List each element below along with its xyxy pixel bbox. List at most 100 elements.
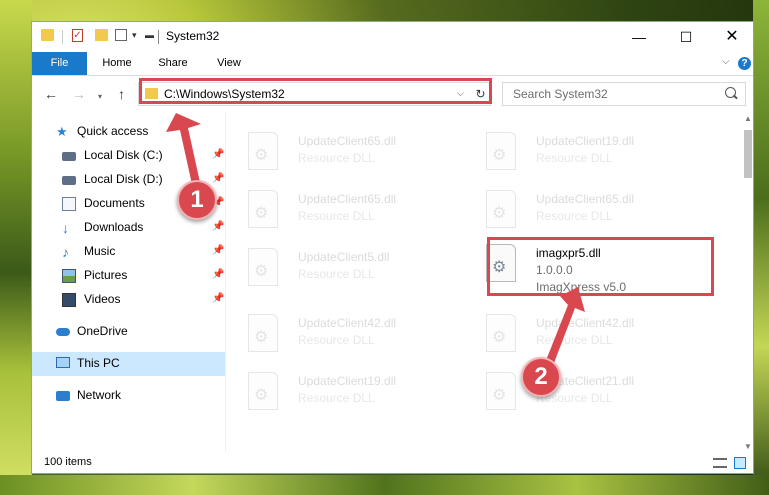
sidebar-item-label: Music <box>84 244 116 258</box>
large-icons-view-icon[interactable] <box>734 457 746 469</box>
folder-icon <box>41 29 54 41</box>
sidebar-item-label: Local Disk (D:) <box>84 172 163 186</box>
back-button[interactable]: ← <box>44 87 58 101</box>
tab-share[interactable]: Share <box>148 52 198 75</box>
dll-file-icon <box>248 190 278 228</box>
pictures-icon <box>62 269 76 283</box>
star-icon: ★ <box>56 124 68 139</box>
sidebar-item-this-pc[interactable]: This PC <box>32 352 225 376</box>
file-name: UpdateClient19.dll <box>298 374 397 388</box>
new-folder-icon[interactable] <box>95 29 108 41</box>
sidebar-item-label: Network <box>77 388 122 402</box>
cloud-icon <box>56 328 70 336</box>
disk-icon <box>62 152 76 161</box>
file-item[interactable]: UpdateClient19.dll Resource DLL <box>226 366 456 412</box>
file-item[interactable]: UpdateClient65.dll Resource DLL <box>226 184 456 230</box>
sidebar-item-network[interactable]: Network <box>32 384 225 408</box>
sidebar-item-quick-access[interactable]: ★ Quick access <box>32 120 225 144</box>
file-item[interactable]: UpdateClient5.dll Resource DLL <box>226 242 456 288</box>
details-view-icon[interactable] <box>713 458 727 468</box>
close-button[interactable]: ✕ <box>709 22 753 52</box>
pin-icon[interactable]: 📌 <box>212 149 224 160</box>
dll-file-icon <box>248 248 278 286</box>
file-item[interactable]: UpdateClient19.dll Resource DLL <box>464 126 694 172</box>
expand-ribbon-icon[interactable]: ⌵ <box>722 56 730 67</box>
sidebar-item-label: Downloads <box>84 220 144 234</box>
navigation-pane: ★ Quick access Local Disk (C:) 📌 Local D… <box>32 112 225 452</box>
item-count: 100 items <box>44 456 92 468</box>
sidebar-item-local-disk-c[interactable]: Local Disk (C:) 📌 <box>32 144 225 168</box>
sidebar-item-onedrive[interactable]: OneDrive <box>32 320 225 344</box>
file-name: UpdateClient19.dll <box>536 134 635 148</box>
dll-file-icon <box>486 132 516 170</box>
desktop-background-left <box>0 0 32 495</box>
file-name: UpdateClient65.dll <box>536 192 635 206</box>
sidebar-item-label: This PC <box>77 356 120 370</box>
file-description: Resource DLL <box>298 209 375 223</box>
desktop-background-right <box>753 0 769 495</box>
file-item[interactable]: UpdateClient21.dll Resource DLL <box>464 366 694 412</box>
dll-file-icon <box>248 372 278 410</box>
pc-icon <box>56 357 70 368</box>
file-description: Resource DLL <box>536 151 613 165</box>
file-name: UpdateClient65.dll <box>298 192 397 206</box>
up-button[interactable]: ↑ <box>118 87 125 101</box>
pin-icon[interactable]: 📌 <box>212 173 224 184</box>
network-icon <box>56 391 70 401</box>
pin-icon[interactable]: 📌 <box>212 245 224 256</box>
scroll-thumb[interactable] <box>744 130 752 178</box>
file-description: Resource DLL <box>536 209 613 223</box>
pin-icon[interactable]: 📌 <box>212 269 224 280</box>
file-item[interactable]: UpdateClient65.dll Resource DLL <box>226 126 456 172</box>
sidebar-item-videos[interactable]: Videos 📌 <box>32 288 225 312</box>
step-badge-1: 1 <box>177 180 217 220</box>
sidebar-item-label: Local Disk (C:) <box>84 148 163 162</box>
sidebar-item-music[interactable]: ♪ Music 📌 <box>32 240 225 264</box>
title-bar: ✓ ▾ ▬ System32 — ☐ ✕ <box>32 22 753 52</box>
search-icon[interactable] <box>725 87 736 98</box>
file-description: Resource DLL <box>298 333 375 347</box>
file-name: UpdateClient42.dll <box>536 316 635 330</box>
file-description: Resource DLL <box>298 391 375 405</box>
tab-view[interactable]: View <box>204 52 254 75</box>
ribbon-tabs: File Home Share View ⌵ ? <box>32 52 753 76</box>
pin-icon[interactable]: 📌 <box>212 221 224 232</box>
minimize-button[interactable]: — <box>616 22 662 52</box>
dll-file-icon <box>486 372 516 410</box>
pin-icon[interactable]: 📌 <box>212 293 224 304</box>
file-item[interactable]: UpdateClient42.dll Resource DLL <box>464 308 694 354</box>
dll-file-icon <box>248 132 278 170</box>
file-description: Resource DLL <box>298 151 375 165</box>
forward-button[interactable]: → <box>72 87 86 101</box>
sidebar-item-label: Quick access <box>77 124 149 138</box>
file-description: Resource DLL <box>536 333 613 347</box>
tab-file[interactable]: File <box>32 52 87 75</box>
status-bar: 100 items <box>32 452 753 473</box>
step-badge-2: 2 <box>521 357 561 397</box>
download-icon: ↓ <box>62 220 69 236</box>
file-name: UpdateClient42.dll <box>298 316 397 330</box>
file-item[interactable]: UpdateClient42.dll Resource DLL <box>226 308 456 354</box>
disk-icon <box>62 176 76 185</box>
documents-icon <box>62 197 76 211</box>
videos-icon <box>62 293 76 307</box>
scroll-down-icon[interactable]: ▼ <box>744 442 752 451</box>
scroll-up-icon[interactable]: ▲ <box>744 114 752 123</box>
tab-home[interactable]: Home <box>90 52 144 75</box>
quick-access-dropdown-icon[interactable]: ▬ <box>145 30 154 40</box>
sidebar-item-pictures[interactable]: Pictures 📌 <box>32 264 225 288</box>
sidebar-item-label: Documents <box>84 196 145 210</box>
properties-icon[interactable] <box>115 29 127 41</box>
dll-file-icon <box>486 314 516 352</box>
properties-check-icon[interactable]: ✓ <box>72 29 83 42</box>
maximize-button[interactable]: ☐ <box>663 22 709 52</box>
sidebar-item-label: OneDrive <box>77 324 128 338</box>
vertical-scrollbar[interactable]: ▲ ▼ <box>741 112 753 452</box>
file-item[interactable]: UpdateClient65.dll Resource DLL <box>464 184 694 230</box>
help-icon[interactable]: ? <box>738 57 751 70</box>
recent-locations-button[interactable]: ▾ <box>98 90 102 104</box>
file-name: UpdateClient65.dll <box>298 134 397 148</box>
file-name: UpdateClient5.dll <box>298 250 390 264</box>
search-input[interactable]: Search System32 <box>502 82 746 106</box>
customize-quick-access-icon[interactable]: ▾ <box>132 30 137 41</box>
